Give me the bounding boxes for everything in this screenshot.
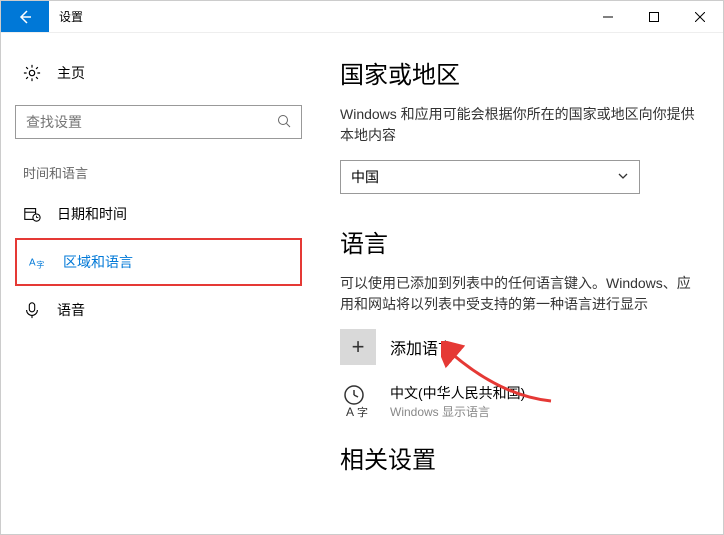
nav-speech[interactable]: 语音: [11, 288, 306, 332]
home-label: 主页: [57, 63, 85, 83]
search-input[interactable]: [26, 114, 277, 130]
microphone-icon: [23, 301, 41, 319]
search-box[interactable]: [15, 105, 302, 139]
region-dropdown[interactable]: 中国: [340, 160, 640, 194]
close-button[interactable]: [677, 1, 723, 32]
svg-text:A: A: [346, 405, 354, 419]
add-language-label: 添加语言: [390, 335, 454, 359]
language-subtitle: Windows 显示语言: [390, 403, 525, 420]
related-heading: 相关设置: [340, 440, 699, 475]
nav-label: 语音: [57, 300, 85, 320]
nav-label: 日期和时间: [57, 204, 127, 224]
language-heading: 语言: [340, 224, 699, 259]
language-desc: 可以使用已添加到列表中的任何语言键入。Windows、应用和网站将以列表中受支持…: [340, 273, 699, 315]
sidebar: 主页 时间和语言 日期和时间 A字 区域和语言 语音: [1, 33, 316, 535]
language-name: 中文(中华人民共和国): [390, 383, 525, 403]
ime-icon: A字: [340, 383, 376, 419]
nav-region-language[interactable]: A字 区域和语言: [15, 238, 302, 286]
svg-text:字: 字: [36, 259, 44, 269]
nav-label: 区域和语言: [63, 252, 133, 272]
maximize-button[interactable]: [631, 1, 677, 32]
region-desc: Windows 和应用可能会根据你所在的国家或地区向你提供本地内容: [340, 104, 699, 146]
nav-date-time[interactable]: 日期和时间: [11, 192, 306, 236]
section-header: 时间和语言: [11, 157, 306, 192]
language-icon: A字: [29, 253, 47, 271]
svg-text:字: 字: [357, 405, 368, 419]
window-title: 设置: [49, 1, 585, 32]
region-heading: 国家或地区: [340, 55, 699, 90]
svg-text:A: A: [29, 258, 36, 269]
chevron-down-icon: [617, 169, 629, 185]
calendar-clock-icon: [23, 205, 41, 223]
home-nav[interactable]: 主页: [11, 53, 306, 93]
gear-icon: [23, 64, 41, 82]
plus-icon: +: [340, 329, 376, 365]
minimize-button[interactable]: [585, 1, 631, 32]
add-language-button[interactable]: + 添加语言: [340, 329, 699, 365]
main-content: 国家或地区 Windows 和应用可能会根据你所在的国家或地区向你提供本地内容 …: [316, 33, 723, 535]
search-icon: [277, 114, 291, 131]
language-item[interactable]: A字 中文(中华人民共和国) Windows 显示语言: [340, 383, 699, 420]
back-button[interactable]: [1, 1, 49, 32]
region-value: 中国: [351, 167, 379, 187]
